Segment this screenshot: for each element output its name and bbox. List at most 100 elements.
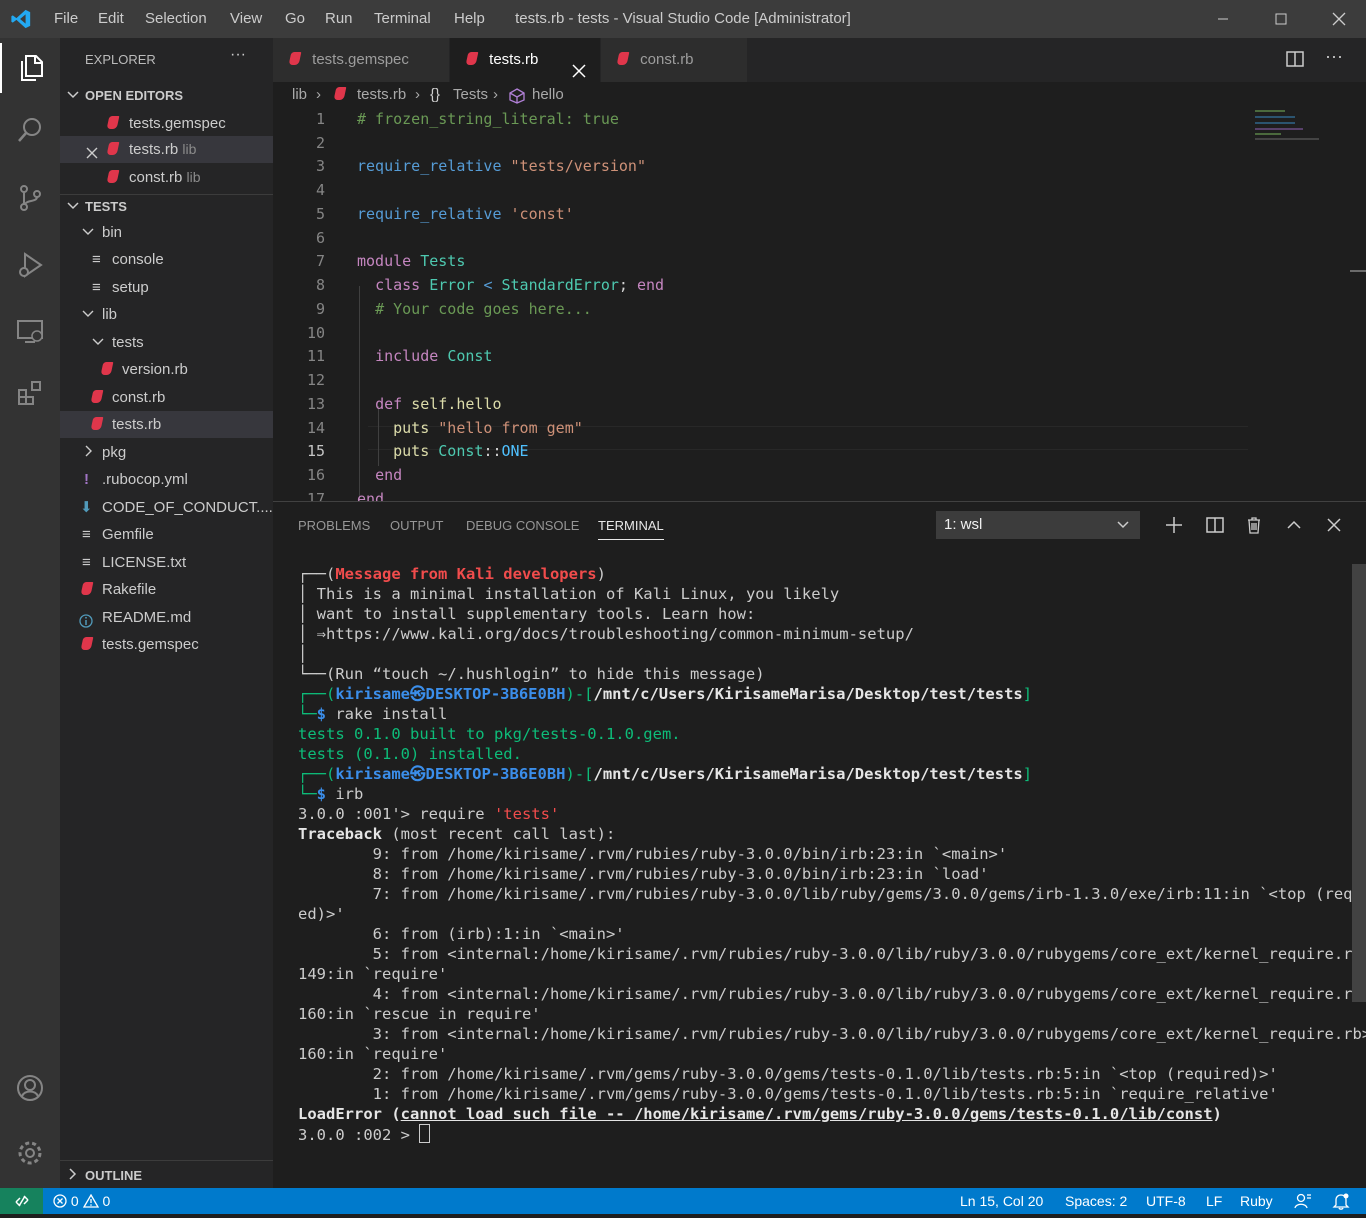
- terminal-line: └─$ irb: [298, 784, 1348, 804]
- tree-file-setup[interactable]: ≡ setup: [60, 274, 273, 301]
- ruby-file-icon: [90, 384, 104, 411]
- breadcrumb-file[interactable]: tests.rb: [357, 82, 406, 108]
- activity-accounts[interactable]: [0, 1063, 60, 1113]
- panel-tab-problems[interactable]: PROBLEMS: [298, 518, 370, 533]
- activity-manage[interactable]: [0, 1128, 60, 1178]
- activity-bar: [0, 38, 60, 1188]
- language-mode[interactable]: Ruby: [1240, 1188, 1273, 1214]
- tab-tests-rb[interactable]: tests.rb: [450, 38, 600, 82]
- tree-file-rubocop[interactable]: ! .rubocop.yml: [60, 466, 273, 493]
- close-window-button[interactable]: [1310, 0, 1366, 38]
- new-terminal-button[interactable]: [1162, 513, 1186, 537]
- outline-header[interactable]: OUTLINE: [60, 1160, 273, 1189]
- menu-run[interactable]: Run: [325, 10, 353, 27]
- tree-file-license[interactable]: ≡ LICENSE.txt: [60, 549, 273, 576]
- minimap[interactable]: [1255, 110, 1325, 144]
- menu-selection[interactable]: Selection: [145, 10, 207, 27]
- terminal-scrollbar-thumb[interactable]: [1352, 564, 1366, 1002]
- open-editor-name: const.rb lib: [129, 169, 201, 186]
- tree-file-rakefile[interactable]: Rakefile: [60, 576, 273, 603]
- menu-view[interactable]: View: [230, 10, 262, 27]
- prompt-char: └─: [298, 785, 317, 803]
- tree-label: LICENSE.txt: [102, 554, 187, 571]
- close-panel-button[interactable]: [1322, 513, 1346, 537]
- minimize-button[interactable]: [1194, 0, 1252, 38]
- breadcrumb-lib[interactable]: lib: [292, 82, 307, 108]
- open-editor-item[interactable]: tests.gemspec: [60, 110, 273, 137]
- breadcrumb-module[interactable]: Tests: [453, 82, 488, 108]
- tree-file-version[interactable]: version.rb: [60, 356, 273, 383]
- tree-file-gemspec[interactable]: tests.gemspec: [60, 631, 273, 658]
- text: This is a minimal installation of Kali L…: [307, 585, 840, 603]
- explorer-more-button[interactable]: ···: [230, 46, 246, 64]
- tab-tests-gemspec[interactable]: tests.gemspec: [273, 38, 449, 82]
- tree-folder-pkg[interactable]: pkg: [60, 439, 273, 466]
- code-line: def self.hello: [375, 395, 502, 413]
- menu-help[interactable]: Help: [454, 10, 485, 27]
- kill-terminal-button[interactable]: [1242, 513, 1266, 537]
- panel-tab-output[interactable]: OUTPUT: [390, 518, 443, 533]
- panel-tab-terminal[interactable]: TERMINAL: [598, 518, 664, 540]
- tree-file-code-of-conduct[interactable]: ⬇ CODE_OF_CONDUCT....: [60, 494, 273, 521]
- breadcrumb-method[interactable]: hello: [532, 82, 564, 108]
- tree-file-console[interactable]: ≡ console: [60, 246, 273, 273]
- editor-more-button[interactable]: ···: [1325, 46, 1343, 67]
- tab-const-rb[interactable]: const.rb: [601, 38, 747, 82]
- end-of-line[interactable]: LF: [1206, 1188, 1222, 1214]
- menu-go[interactable]: Go: [285, 10, 305, 27]
- terminal-line: │ ⇒https://www.kali.org/docs/troubleshoo…: [298, 624, 1348, 644]
- irb-prompt: 3.0.0 :002 >: [298, 1126, 420, 1144]
- menu-file[interactable]: File: [54, 10, 78, 27]
- problems-indicator[interactable]: 0 0: [53, 1188, 110, 1214]
- split-terminal-button[interactable]: [1203, 513, 1227, 537]
- activity-explorer[interactable]: [0, 43, 60, 93]
- menu-terminal[interactable]: Terminal: [374, 10, 431, 27]
- split-editor-button[interactable]: [1285, 49, 1305, 72]
- maximize-button[interactable]: [1252, 0, 1310, 38]
- open-editor-item-active[interactable]: tests.rb lib: [60, 136, 273, 163]
- source-control-icon: [20, 185, 41, 211]
- menu-edit[interactable]: Edit: [98, 10, 124, 27]
- line-number: 1: [315, 110, 325, 128]
- activity-run-debug[interactable]: [0, 240, 60, 290]
- activity-remote-explorer[interactable]: [0, 306, 60, 356]
- tree-folder-tests[interactable]: tests: [60, 329, 273, 356]
- code-editor[interactable]: 1 2 3 4 5 6 7 8 9 10 11 12 13 14 15 16 17 # frozen_strin…: [273, 108, 1366, 501]
- terminal-output[interactable]: ┌──(Message from Kali developers) │ This …: [298, 564, 1366, 1145]
- notifications-button[interactable]: [1332, 1192, 1350, 1218]
- tree-folder-lib[interactable]: lib: [60, 301, 273, 328]
- indentation[interactable]: Spaces: 2: [1065, 1188, 1127, 1214]
- editor-scrollbar-thumb[interactable]: [1350, 270, 1366, 272]
- code-line: class Error < StandardError; end: [375, 276, 665, 294]
- tree-file-tests-rb[interactable]: tests.rb: [60, 411, 273, 438]
- panel-tab-debug-console[interactable]: DEBUG CONSOLE: [466, 518, 579, 533]
- terminal-selector[interactable]: 1: wsl: [936, 511, 1140, 539]
- activity-extensions[interactable]: [0, 368, 60, 418]
- chevron-down-icon: [1116, 513, 1130, 541]
- tree-label: console: [112, 251, 164, 268]
- maximize-panel-button[interactable]: [1282, 513, 1306, 537]
- tree-label: const.rb: [112, 389, 166, 406]
- chevron-down-icon: [66, 198, 80, 215]
- activity-source-control[interactable]: [0, 173, 60, 223]
- encoding[interactable]: UTF-8: [1146, 1188, 1186, 1214]
- remote-icon: [14, 1195, 29, 1207]
- project-header[interactable]: TESTS: [60, 194, 273, 221]
- tree-file-const[interactable]: const.rb: [60, 384, 273, 411]
- terminal-line: │: [298, 644, 1348, 664]
- open-editors-header[interactable]: OPEN EDITORS: [60, 85, 273, 111]
- status-bar: 0 0 Ln 15, Col 20 Spaces: 2 UTF-8 LF Rub…: [0, 1188, 1366, 1214]
- tree-folder-bin[interactable]: bin: [60, 219, 273, 246]
- activity-search[interactable]: [0, 105, 60, 155]
- remote-indicator[interactable]: [0, 1188, 43, 1214]
- tree-file-readme[interactable]: README.md: [60, 604, 273, 631]
- split-terminal-icon: [1206, 517, 1224, 533]
- open-editor-item[interactable]: const.rb lib: [60, 164, 273, 191]
- tree-file-gemfile[interactable]: ≡ Gemfile: [60, 521, 273, 548]
- feedback-button[interactable]: [1294, 1192, 1312, 1218]
- tree-label: README.md: [102, 609, 192, 626]
- close-icon: [1327, 518, 1341, 532]
- file-lines-icon: ≡: [82, 554, 91, 571]
- cursor-position[interactable]: Ln 15, Col 20: [960, 1188, 1043, 1214]
- terminal-line: LoadError (cannot load such file -- /hom…: [298, 1104, 1348, 1124]
